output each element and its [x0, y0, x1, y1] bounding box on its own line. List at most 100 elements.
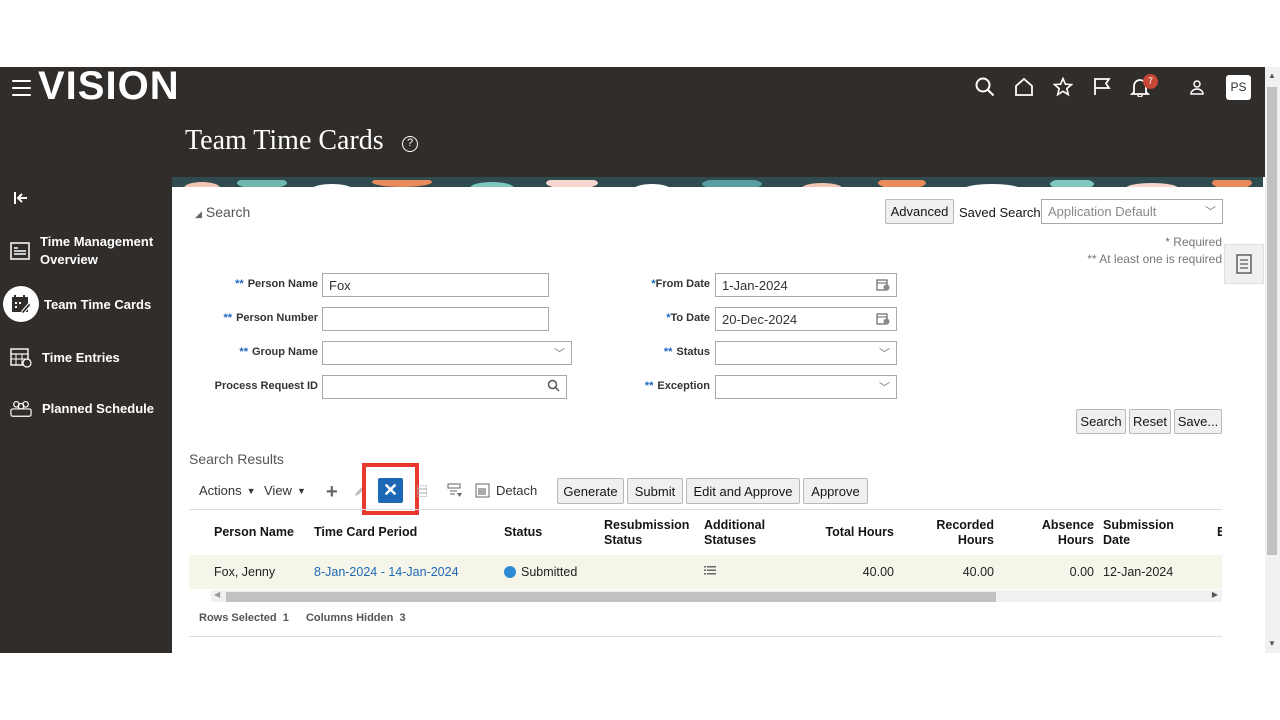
calendar-grid-icon	[10, 346, 32, 368]
column-header-recorded-hours[interactable]: Recorded Hours	[894, 518, 994, 548]
cell-recorded-hours: 40.00	[962, 565, 994, 579]
horizontal-scrollbar-thumb[interactable]	[226, 592, 996, 602]
table-row[interactable]: Fox, Jenny 8-Jan-2024 - 14-Jan-2024 Subm…	[189, 555, 1222, 589]
status-select[interactable]: ﹀	[715, 341, 897, 365]
sidebar-item-team-time-cards[interactable]: Team Time Cards	[0, 286, 172, 322]
page-title: Team Time Cards	[185, 125, 384, 156]
vertical-scrollbar[interactable]: ▲ ▼	[1265, 67, 1280, 653]
group-name-select[interactable]: ﹀	[322, 341, 572, 365]
exception-select[interactable]: ﹀	[715, 375, 897, 399]
saved-search-select[interactable]: Application Default ﹀	[1041, 199, 1223, 224]
cell-submission-date: 12-Jan-2024	[1103, 565, 1174, 579]
scroll-up-icon: ▲	[1268, 71, 1276, 80]
results-table: Person Name Time Card Period Status Resu…	[189, 509, 1222, 604]
column-header-time-card-period[interactable]: Time Card Period	[314, 525, 417, 540]
cell-total-hours: 40.00	[862, 565, 894, 579]
save-search-button[interactable]: Save...	[1174, 409, 1222, 434]
column-header-additional-statuses[interactable]: Additional Statuses	[704, 518, 765, 548]
divider	[189, 636, 1222, 637]
scroll-left-icon: ◀	[214, 590, 221, 599]
favorites-star-icon[interactable]	[1052, 76, 1074, 98]
exception-label: ** Exception	[644, 380, 710, 392]
person-number-label: ** Person Number	[223, 312, 318, 324]
calendar-edit-icon	[3, 286, 39, 322]
one-required-note: ** At least one is required	[1087, 252, 1222, 266]
column-header-submission-date[interactable]: Submission Date	[1103, 518, 1174, 548]
submit-button[interactable]: Submit	[627, 478, 683, 504]
column-header-total-hours[interactable]: Total Hours	[779, 525, 894, 540]
from-date-label: *From Date	[651, 278, 710, 290]
chevron-down-icon: ﹀	[1205, 206, 1216, 218]
decorative-banner	[172, 177, 1263, 187]
sidebar-item-label: Planned Schedule	[42, 400, 154, 416]
sidebar-item-planned-schedule[interactable]: Planned Schedule	[0, 397, 172, 419]
table-status-bar: Rows Selected 1 Columns Hidden 3	[199, 612, 406, 624]
dropdown-triangle-icon: ▼	[246, 485, 256, 496]
generate-button[interactable]: Generate	[557, 478, 624, 504]
sidebar-item-time-management-overview[interactable]: Time Management Overview	[0, 233, 172, 269]
user-avatar[interactable]: PS	[1226, 75, 1251, 100]
advanced-search-button[interactable]: Advanced	[885, 199, 954, 224]
person-name-label: ** Person Name	[235, 278, 318, 290]
search-section-toggle[interactable]: ◢ Search	[195, 204, 250, 220]
sidebar-item-label: Time Management Overview	[40, 234, 154, 267]
group-name-label: ** Group Name	[239, 346, 318, 358]
horizontal-scrollbar[interactable]: ◀ ▶	[211, 590, 1222, 602]
process-request-id-input[interactable]	[322, 375, 567, 399]
calendar-icon[interactable]	[876, 278, 890, 294]
collapse-triangle-icon: ◢	[195, 209, 202, 219]
column-header-truncated[interactable]: E	[1217, 525, 1222, 540]
notes-icon	[1236, 254, 1252, 274]
time-card-period-link[interactable]: 8-Jan-2024 - 14-Jan-2024	[314, 565, 459, 579]
side-panel-toggle[interactable]	[1224, 244, 1264, 284]
user-icon[interactable]	[1186, 76, 1208, 98]
cell-status: Submitted	[504, 565, 577, 579]
filter-icon[interactable]	[447, 483, 463, 499]
help-icon[interactable]: ?	[402, 136, 418, 152]
search-results-title: Search Results	[189, 451, 284, 467]
required-note: * Required	[1165, 235, 1222, 249]
grid-icon[interactable]	[417, 485, 427, 497]
actions-menu[interactable]: Actions ▼	[199, 483, 256, 498]
home-icon[interactable]	[1013, 76, 1035, 98]
search-icon[interactable]	[974, 76, 996, 98]
reset-button[interactable]: Reset	[1129, 409, 1171, 434]
column-header-status[interactable]: Status	[504, 525, 542, 540]
search-icon[interactable]	[547, 379, 560, 395]
person-name-input[interactable]: Fox	[322, 273, 549, 297]
cell-time-card-period[interactable]: 8-Jan-2024 - 14-Jan-2024	[314, 565, 459, 579]
person-number-input[interactable]	[322, 307, 549, 331]
view-menu[interactable]: View ▼	[264, 483, 306, 498]
team-icon	[10, 397, 32, 419]
column-header-resubmission-status[interactable]: Resubmission Status	[604, 518, 689, 548]
to-date-input[interactable]: 20-Dec-2024	[715, 307, 897, 331]
header-bar: VISION 7 PS Team Time Cards ?	[0, 64, 1265, 177]
approve-button[interactable]: Approve	[803, 478, 868, 504]
search-button[interactable]: Search	[1076, 409, 1126, 434]
edit-and-approve-button[interactable]: Edit and Approve	[686, 478, 800, 504]
sidebar-item-time-entries[interactable]: Time Entries	[0, 346, 172, 368]
additional-statuses-list-icon[interactable]	[704, 564, 716, 579]
column-header-person-name[interactable]: Person Name	[214, 525, 294, 540]
app-logo: VISION	[38, 64, 180, 108]
saved-search-label: Saved Search	[959, 205, 1041, 220]
column-header-absence-hours[interactable]: Absence Hours	[994, 518, 1094, 548]
from-date-input[interactable]: 1-Jan-2024	[715, 273, 897, 297]
cell-person-name: Fox, Jenny	[214, 565, 276, 579]
cell-absence-hours: 0.00	[1069, 565, 1094, 579]
chevron-down-icon: ﹀	[554, 348, 565, 360]
add-icon[interactable]: +	[326, 481, 338, 504]
detach-button[interactable]: Detach	[475, 483, 537, 498]
chevron-down-icon: ﹀	[879, 382, 890, 394]
dropdown-triangle-icon: ▼	[296, 485, 306, 496]
collapse-sidebar-icon[interactable]	[13, 191, 29, 210]
cancel-x-icon[interactable]: ✕	[378, 478, 403, 503]
scroll-down-icon: ▼	[1268, 639, 1276, 648]
dashboard-icon	[10, 240, 30, 262]
flag-icon[interactable]	[1091, 76, 1113, 98]
app-window: VISION 7 PS Team Time Cards ? Time Manag…	[0, 64, 1265, 653]
vertical-scrollbar-thumb[interactable]	[1267, 87, 1277, 555]
calendar-icon[interactable]	[876, 312, 890, 328]
hamburger-menu-icon[interactable]	[12, 80, 31, 96]
detach-icon	[475, 483, 490, 498]
